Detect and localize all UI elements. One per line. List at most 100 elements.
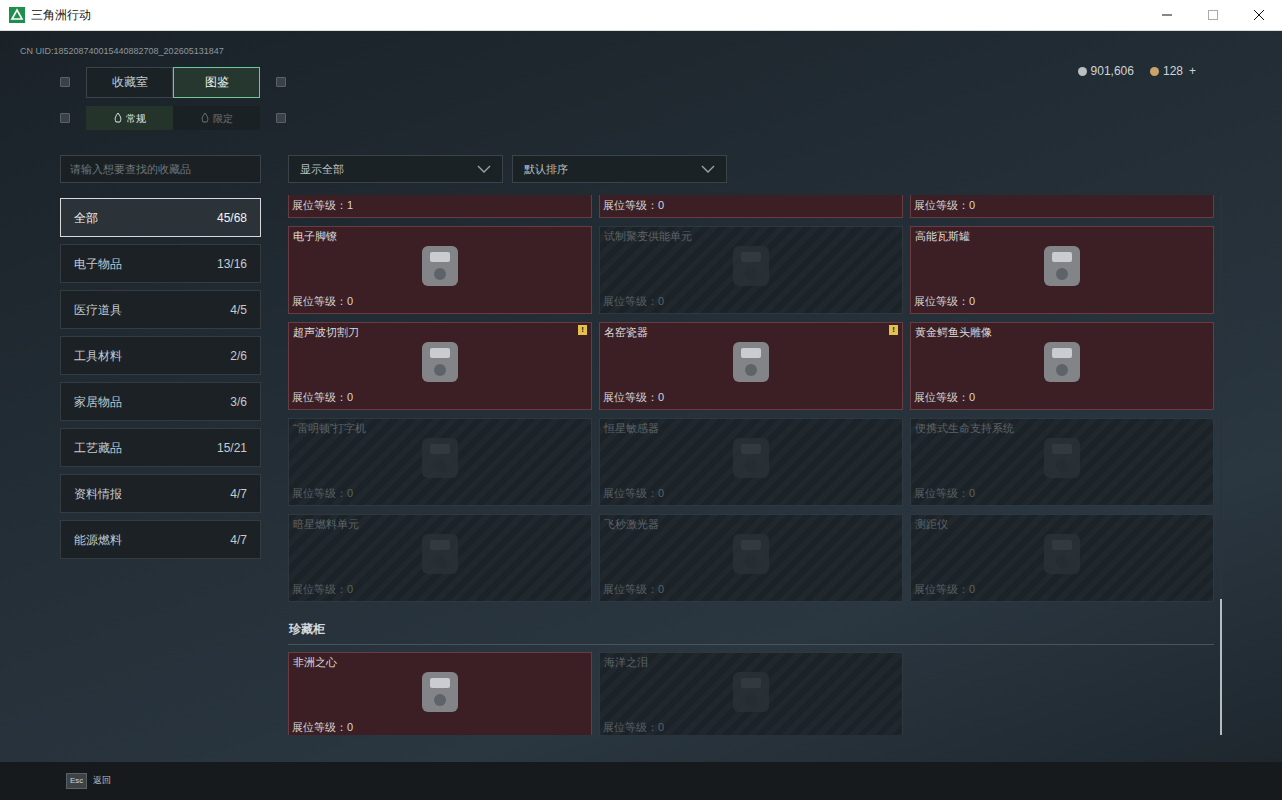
- collection-card[interactable]: 高能瓦斯罐展位等级：0: [910, 226, 1214, 314]
- collection-card[interactable]: 便携式生命支持系统展位等级：0: [910, 418, 1214, 506]
- item-name: 试制聚变供能单元: [604, 229, 692, 243]
- uid-label: CN UID:185208740015440882708_20260513184…: [20, 46, 224, 56]
- item-name: 海洋之泪: [604, 655, 648, 669]
- main-tab[interactable]: 图鉴: [173, 67, 260, 98]
- display-level: 展位等级：0: [914, 583, 975, 595]
- item-image-icon: [721, 664, 781, 720]
- display-level: 展位等级：0: [603, 487, 664, 499]
- item-image-icon: [721, 526, 781, 582]
- item-image-icon: [1032, 430, 1092, 486]
- close-button[interactable]: [1236, 0, 1282, 30]
- minimize-button[interactable]: [1144, 0, 1190, 30]
- item-image-icon: [721, 430, 781, 486]
- item-image-icon: [1032, 238, 1092, 294]
- item-name: 测距仪: [915, 517, 948, 531]
- title-bar: 三角洲行动: [0, 0, 1282, 31]
- collection-card[interactable]: 黄金鳄鱼头雕像展位等级：0: [910, 322, 1214, 410]
- key-hint-right: [276, 77, 286, 87]
- category-item[interactable]: 医疗道具4/5: [60, 290, 261, 329]
- key-hint-right: [276, 113, 286, 123]
- display-level: 展位等级：0: [292, 295, 353, 307]
- display-level: 展位等级：0: [914, 391, 975, 403]
- item-name: 便携式生命支持系统: [915, 421, 1014, 435]
- display-level: 展位等级：0: [292, 721, 353, 733]
- collection-card[interactable]: 海洋之泪展位等级：0: [599, 652, 903, 735]
- alert-badge: !: [578, 325, 587, 335]
- category-item[interactable]: 资料情报4/7: [60, 474, 261, 513]
- collection-viewport: 展位等级：1展位等级：0展位等级：0电子脚镣展位等级：0试制聚变供能单元展位等级…: [288, 195, 1214, 735]
- collection-card[interactable]: 展位等级：0: [599, 195, 903, 218]
- esc-key[interactable]: Esc: [66, 773, 87, 789]
- category-item[interactable]: 工艺藏品15/21: [60, 428, 261, 467]
- filter-dropdown[interactable]: 默认排序: [512, 155, 727, 183]
- search-field[interactable]: 请输入想要查找的收藏品: [60, 155, 261, 183]
- category-item[interactable]: 家居物品3/6: [60, 382, 261, 421]
- currency: 901,606: [1078, 62, 1134, 80]
- sub-tab[interactable]: 限定: [173, 106, 260, 130]
- main-area: CN UID:185208740015440882708_20260513184…: [0, 31, 1282, 762]
- gold-coin-icon: [1150, 67, 1159, 76]
- item-name: 非洲之心: [293, 655, 337, 669]
- item-image-icon: [721, 195, 781, 198]
- item-name: 黄金鳄鱼头雕像: [915, 325, 992, 339]
- item-image-icon: [410, 334, 470, 390]
- collection-card[interactable]: 暗星燃料单元展位等级：0: [288, 514, 592, 602]
- alert-badge: !: [889, 325, 898, 335]
- silver-coin-icon: [1078, 67, 1087, 76]
- collection-card[interactable]: 非洲之心展位等级：0: [288, 652, 592, 735]
- collection-card[interactable]: 飞秒激光器展位等级：0: [599, 514, 903, 602]
- regular-icon: [114, 113, 122, 123]
- collection-card[interactable]: 电子脚镣展位等级：0: [288, 226, 592, 314]
- item-image-icon: [721, 334, 781, 390]
- display-level: 展位等级：0: [603, 199, 664, 211]
- back-label[interactable]: 返回: [93, 774, 111, 788]
- item-name: “雷明顿”打字机: [293, 421, 366, 435]
- collection-card[interactable]: 恒星敏感器展位等级：0: [599, 418, 903, 506]
- item-image-icon: [1032, 334, 1092, 390]
- collection-card[interactable]: 超声波切割刀!展位等级：0: [288, 322, 592, 410]
- collection-card[interactable]: 展位等级：0: [910, 195, 1214, 218]
- item-name: 飞秒激光器: [604, 517, 659, 531]
- window-title: 三角洲行动: [31, 6, 91, 24]
- key-hint-left: [60, 113, 70, 123]
- sidebar: 请输入想要查找的收藏品全部45/68 电子物品13/16 医疗道具4/5 工具材料2/…: [60, 155, 261, 735]
- maximize-icon: [1208, 10, 1218, 20]
- display-level: 展位等级：0: [603, 391, 664, 403]
- display-level: 展位等级：0: [914, 487, 975, 499]
- item-name: 高能瓦斯罐: [915, 229, 970, 243]
- key-hint-left: [60, 77, 70, 87]
- filter-dropdown[interactable]: 显示全部: [288, 155, 503, 183]
- display-level: 展位等级：0: [292, 583, 353, 595]
- display-level: 展位等级：1: [292, 199, 353, 211]
- main-tab[interactable]: 收藏室: [86, 67, 173, 98]
- section-title: 珍藏柜: [288, 622, 325, 636]
- category-item[interactable]: 能源燃料4/7: [60, 520, 261, 559]
- scrollbar-thumb[interactable]: [1220, 599, 1222, 735]
- footer-bar: Esc 返回: [0, 762, 1282, 800]
- item-image-icon: [410, 195, 470, 198]
- item-image-icon: [1032, 195, 1092, 198]
- category-item[interactable]: 全部45/68: [60, 198, 261, 237]
- sub-tab[interactable]: 常规: [86, 106, 173, 130]
- app-window: 三角洲行动 CN UID:185208740015440882708_202605…: [0, 0, 1282, 800]
- scrollbar[interactable]: [1220, 195, 1222, 735]
- display-level: 展位等级：0: [914, 295, 975, 307]
- category-item[interactable]: 工具材料2/6: [60, 336, 261, 375]
- display-level: 展位等级：0: [292, 487, 353, 499]
- display-level: 展位等级：0: [603, 721, 664, 733]
- collection-card[interactable]: 试制聚变供能单元展位等级：0: [599, 226, 903, 314]
- item-name: 暗星燃料单元: [293, 517, 359, 531]
- collection-card[interactable]: “雷明顿”打字机展位等级：0: [288, 418, 592, 506]
- maximize-button[interactable]: [1190, 0, 1236, 30]
- close-icon: [1254, 10, 1264, 20]
- item-image-icon: [1032, 526, 1092, 582]
- item-name: 超声波切割刀: [293, 325, 359, 339]
- item-image-icon: [410, 238, 470, 294]
- currency[interactable]: 128+: [1150, 62, 1196, 80]
- collection-card[interactable]: 展位等级：1: [288, 195, 592, 218]
- app-logo-icon: [9, 7, 25, 23]
- item-image-icon: [410, 664, 470, 720]
- category-item[interactable]: 电子物品13/16: [60, 244, 261, 283]
- collection-card[interactable]: 测距仪展位等级：0: [910, 514, 1214, 602]
- collection-card[interactable]: 名窑瓷器!展位等级：0: [599, 322, 903, 410]
